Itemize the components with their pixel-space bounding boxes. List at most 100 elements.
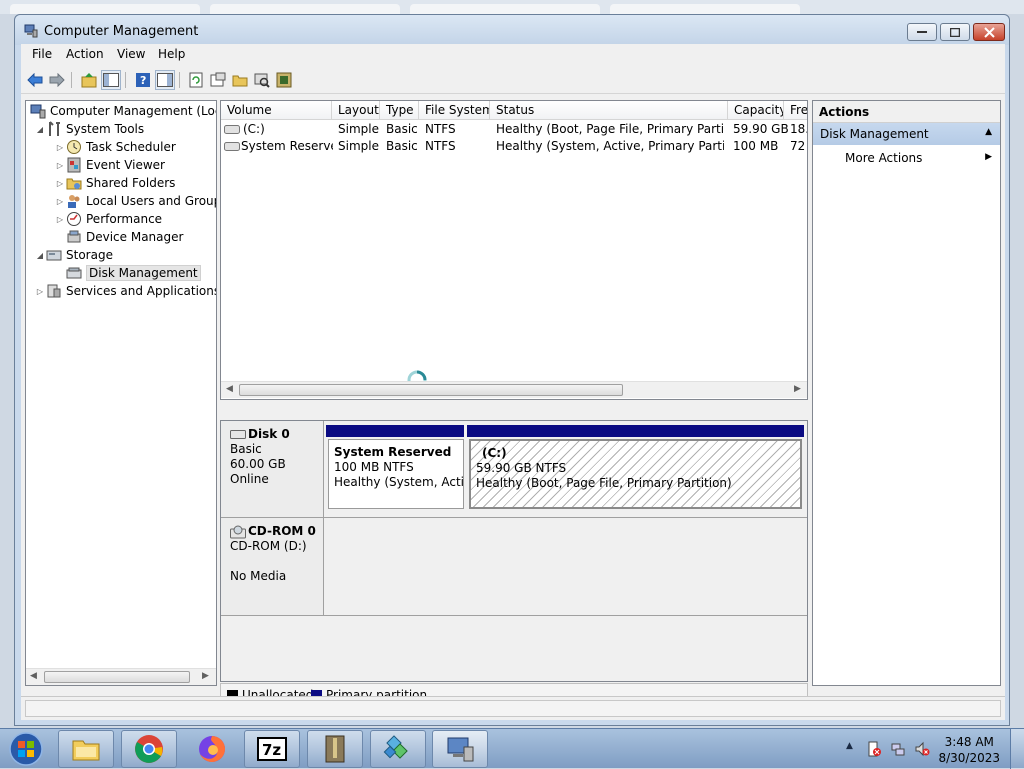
- scroll-left-icon[interactable]: ◀: [30, 671, 37, 681]
- taskbar-chrome-button[interactable]: [121, 730, 177, 768]
- tree-label: Computer Management (Local: [50, 104, 217, 118]
- refresh-button[interactable]: [186, 70, 206, 90]
- tree-item-disk-management[interactable]: Disk Management: [54, 264, 201, 282]
- expand-arrow-icon[interactable]: ▷: [54, 197, 66, 206]
- start-button[interactable]: [4, 731, 48, 767]
- scrollbar-thumb[interactable]: [239, 384, 623, 396]
- menu-file[interactable]: File: [32, 47, 52, 61]
- action-center-icon[interactable]: [866, 741, 882, 757]
- collapse-arrow-icon[interactable]: ◢: [34, 251, 46, 260]
- column-header-capacity[interactable]: Capacity: [728, 101, 784, 120]
- actions-header: Actions: [813, 101, 1000, 123]
- tree-item-task-scheduler[interactable]: ▷ Task Scheduler: [54, 138, 176, 156]
- column-header-free-space[interactable]: Fre: [784, 101, 807, 120]
- help-button[interactable]: ?: [133, 70, 153, 90]
- volume-muted-icon[interactable]: [914, 741, 930, 757]
- column-header-file-system[interactable]: File System: [419, 101, 490, 120]
- column-header-layout[interactable]: Layout: [332, 101, 380, 120]
- partition-c[interactable]: (C:) 59.90 GB NTFS Healthy (Boot, Page F…: [469, 439, 802, 509]
- open-button[interactable]: [230, 70, 250, 90]
- clock[interactable]: 3:48 AM 8/30/2023: [938, 734, 1000, 766]
- properties-button[interactable]: [208, 70, 228, 90]
- scroll-left-icon[interactable]: ◀: [226, 384, 233, 394]
- expand-arrow-icon[interactable]: ▷: [54, 161, 66, 170]
- column-header-type[interactable]: Type: [380, 101, 419, 120]
- taskbar-archive-button[interactable]: [307, 730, 363, 768]
- list-horizontal-scrollbar[interactable]: ◀ ▶: [221, 381, 807, 398]
- expand-arrow-icon[interactable]: ▷: [34, 287, 46, 296]
- expand-arrow-icon[interactable]: ▷: [54, 215, 66, 224]
- minimize-button[interactable]: [907, 23, 937, 41]
- actions-section-disk-management[interactable]: Disk Management ▲: [813, 123, 1000, 145]
- settings-icon: [276, 72, 292, 88]
- column-header-volume[interactable]: Volume: [221, 101, 332, 120]
- tree-horizontal-scrollbar[interactable]: ◀ ▶: [26, 668, 216, 685]
- taskbar-computer-management-button[interactable]: [432, 730, 488, 768]
- column-header-status[interactable]: Status: [490, 101, 728, 120]
- close-icon: [983, 26, 995, 38]
- tree-item-shared-folders[interactable]: ▷ Shared Folders: [54, 174, 175, 192]
- expand-arrow-icon[interactable]: ▷: [54, 179, 66, 188]
- back-button[interactable]: [25, 70, 45, 90]
- table-row[interactable]: (C:) Simple Basic NTFS Healthy (Boot, Pa…: [221, 121, 807, 138]
- tree-item-computer-management[interactable]: Computer Management (Local: [30, 102, 217, 120]
- taskbar-firefox-button[interactable]: [184, 730, 240, 768]
- more-actions-item[interactable]: More Actions: [845, 151, 922, 165]
- menu-action[interactable]: Action: [66, 47, 104, 61]
- tree-item-performance[interactable]: ▷ Performance: [54, 210, 162, 228]
- clock-icon: [67, 140, 81, 154]
- tree-item-storage[interactable]: ◢ Storage: [34, 246, 113, 264]
- background-tab: [10, 4, 200, 14]
- minimize-icon: [917, 31, 927, 33]
- clock-time: 3:48 AM: [944, 735, 994, 749]
- forward-button[interactable]: [47, 70, 67, 90]
- shared-folder-icon: [66, 178, 82, 190]
- help-icon: ?: [136, 73, 150, 87]
- tree-item-system-tools[interactable]: ◢ System Tools: [34, 120, 144, 138]
- up-button[interactable]: [79, 70, 99, 90]
- scroll-right-icon[interactable]: ▶: [202, 671, 209, 681]
- submenu-arrow-icon[interactable]: ▶: [985, 152, 992, 162]
- network-icon[interactable]: [890, 741, 906, 757]
- console-tree: Computer Management (Local ◢ System Tool…: [25, 100, 217, 686]
- tree-label: Services and Applications: [66, 284, 217, 298]
- show-hide-tree-button[interactable]: [101, 70, 121, 90]
- taskbar-installer-button[interactable]: [370, 730, 426, 768]
- show-hide-action-pane-button[interactable]: [155, 70, 175, 90]
- taskbar-explorer-button[interactable]: [58, 730, 114, 768]
- partition-system-reserved[interactable]: System Reserved 100 MB NTFS Healthy (Sys…: [328, 439, 464, 509]
- users-icon: [68, 195, 80, 208]
- show-hide-tree-icon: [103, 73, 119, 87]
- maximize-button[interactable]: [940, 23, 970, 41]
- cdrom-icon: [230, 525, 246, 538]
- back-icon: [27, 73, 43, 87]
- table-row[interactable]: System Reserved Simple Basic NTFS Health…: [221, 138, 807, 155]
- show-hidden-icons-icon[interactable]: ▲: [846, 741, 853, 751]
- tree-item-services-applications[interactable]: ▷ Services and Applications: [34, 282, 217, 300]
- device-manager-icon: [67, 230, 81, 243]
- menu-view[interactable]: View: [117, 47, 145, 61]
- tree-item-device-manager[interactable]: Device Manager: [54, 228, 183, 246]
- scroll-right-icon[interactable]: ▶: [794, 384, 801, 394]
- collapse-arrow-icon[interactable]: ◢: [34, 125, 46, 134]
- cdrom-state: No Media: [230, 569, 287, 583]
- close-button[interactable]: [973, 23, 1005, 41]
- toolbar-separator: [125, 72, 126, 88]
- expand-arrow-icon[interactable]: ▷: [54, 143, 66, 152]
- scrollbar-thumb[interactable]: [44, 671, 190, 683]
- cdrom-0-label[interactable]: CD-ROM 0 CD-ROM (D:) No Media: [221, 518, 324, 615]
- rescan-disks-button[interactable]: [252, 70, 272, 90]
- collapse-up-icon[interactable]: ▲: [985, 127, 992, 137]
- title-bar[interactable]: Computer Management: [15, 15, 1009, 45]
- 7zip-icon: 7z: [257, 737, 287, 761]
- taskbar-7zip-button[interactable]: 7z: [244, 730, 300, 768]
- disk-settings-button[interactable]: [274, 70, 294, 90]
- cdrom-name: CD-ROM 0: [248, 524, 316, 538]
- disk-size: 60.00 GB: [230, 457, 286, 471]
- menu-help[interactable]: Help: [158, 47, 185, 61]
- tree-item-local-users[interactable]: ▷ Local Users and Groups: [54, 192, 216, 210]
- tree-item-event-viewer[interactable]: ▷ Event Viewer: [54, 156, 165, 174]
- show-desktop-button[interactable]: [1010, 729, 1024, 769]
- svg-text:?: ?: [140, 74, 146, 87]
- disk-0-label[interactable]: Disk 0 Basic 60.00 GB Online: [221, 421, 324, 517]
